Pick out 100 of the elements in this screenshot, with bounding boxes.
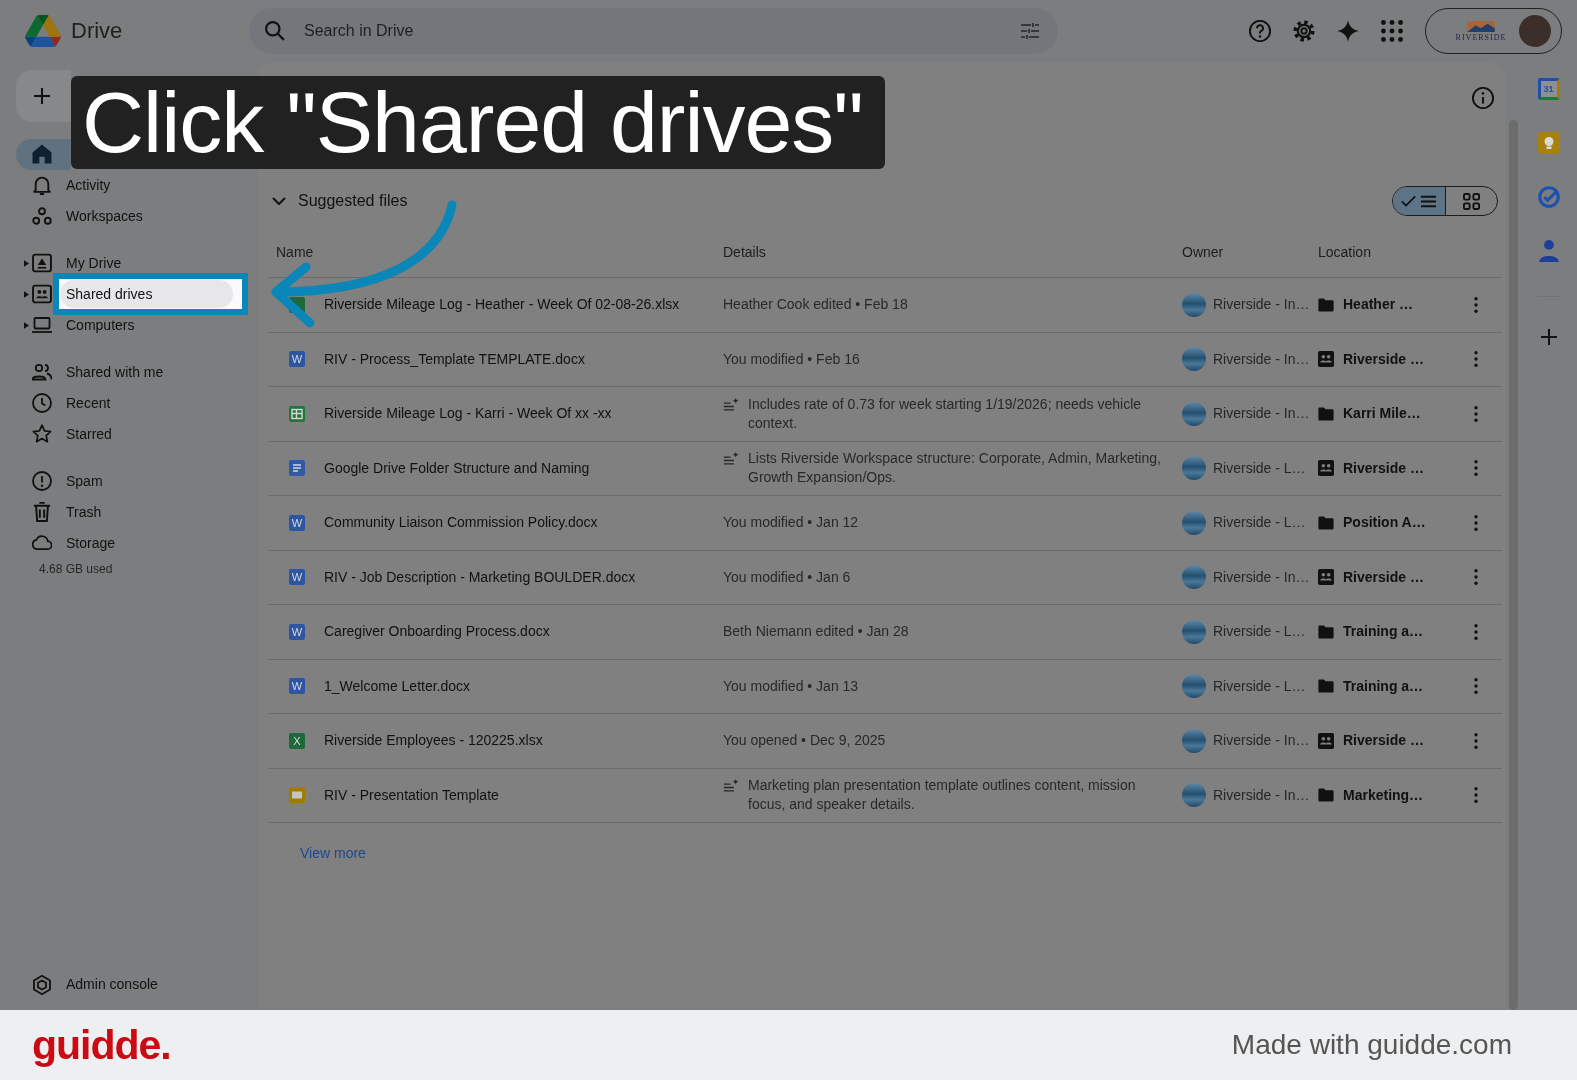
file-name: RIV - Presentation Template [324,786,499,804]
scrollbar-thumb[interactable] [1508,120,1518,1010]
file-details: Marketing plan presentation template outlines content, mission focus, and speaker details. [748,776,1137,815]
file-details: Includes rate of 0.73 for week starting 1/19/2026; needs vehicle context. [748,394,1143,433]
location-name: Training a… [1343,677,1424,695]
clock-icon [32,393,52,413]
column-header: Details [723,243,766,260]
more-icon [1474,460,1478,477]
owner-name: Riverside - L… [1213,514,1306,532]
nav-item[interactable]: Shared with me [16,356,240,388]
settings-icon [1293,20,1315,42]
check-circle-icon[interactable] [1537,186,1560,208]
org-name: RIVERSIDE [1455,32,1507,42]
laptop-icon [32,315,52,335]
more-icon [1474,514,1478,531]
chevron-down-icon[interactable] [272,197,286,205]
owner-name: Riverside - In… [1213,350,1310,368]
new-button[interactable] [16,70,71,122]
nav-item[interactable]: Workspaces [16,200,240,232]
help-icon [1249,20,1271,42]
owner-name: Riverside - In… [1213,732,1310,750]
owner-name: Riverside - L… [1213,459,1306,477]
nav-item[interactable]: Admin console [16,969,240,1000]
presentation-file-icon [289,787,305,804]
nav-item[interactable]: Shared drives [53,273,248,315]
folder-icon [1318,514,1334,531]
storage-used: 4.68 GB used [38,560,114,578]
file-name: Riverside Mileage Log - Karri - Week Of xx -xx [324,405,612,423]
lightbulb-icon[interactable] [1537,132,1560,154]
owner-avatar [1182,728,1206,753]
list-view-button[interactable] [1393,187,1445,215]
file-name: RIV - Job Description - Marketing BOULDER.docx [324,568,636,586]
nav-item[interactable]: Storage [16,527,240,559]
location-name: Marketing… [1343,786,1424,804]
nav-item[interactable]: Spam [16,465,240,497]
file-name: RIV - Process_Template TEMPLATE.docx [324,350,585,368]
document-file-icon: W [289,623,305,640]
location-name: Heather … [1343,296,1414,314]
more-icon [1474,405,1478,422]
file-details: Heather Cook edited • Feb 18 [723,295,908,315]
owner-avatar [1182,292,1206,317]
file-name: Google Drive Folder Structure and Naming [324,459,590,477]
more-icon [1474,623,1478,640]
document-file-icon [289,460,305,477]
file-details: You modified • Jan 13 [723,676,859,696]
profile-avatar [1519,15,1551,47]
nav-item[interactable] [16,138,71,170]
search-field[interactable]: Search in Drive [249,8,1058,54]
person-icon[interactable] [1537,240,1560,262]
expand-arrow-icon[interactable] [23,259,29,267]
file-name: Riverside Employees - 120225.xlsx [324,732,543,750]
more-icon [1474,351,1478,368]
expand-arrow-icon[interactable] [23,321,29,329]
search-icon [265,21,285,41]
owner-name: Riverside - In… [1213,786,1310,804]
nav-item[interactable]: Trash [16,496,240,528]
location-name: Position A… [1343,514,1426,532]
location-name: Riverside … [1343,732,1424,750]
sliders-icon[interactable] [1020,22,1040,40]
expand-arrow-icon[interactable] [23,290,29,298]
column-header: Location [1318,243,1371,260]
owner-avatar [1182,674,1206,699]
location-name: Riverside … [1343,459,1424,477]
plus-icon[interactable] [1540,329,1557,345]
callout: Click "Shared drives" [71,76,885,169]
file-name: 1_Welcome Letter.docx [324,677,471,695]
file-details: You opened • Dec 9, 2025 [723,731,886,751]
owner-avatar [1182,619,1206,644]
owner-name: Riverside - In… [1213,296,1310,314]
circles-icon [32,206,52,226]
file-details: Lists Riverside Workspace structure: Corporate, Admin, Marketing, Growth Expansion/Ops. [748,449,1162,488]
shared-drive-icon [1318,351,1334,368]
owner-name: Riverside - In… [1213,405,1310,423]
people-icon [32,362,52,382]
calendar-icon[interactable]: 31 [1537,78,1560,100]
file-details: You modified • Jan 12 [723,513,859,533]
credit-text: Made with guidde.com [1231,1029,1512,1061]
info-icon[interactable] [1472,87,1494,109]
spreadsheet-file-icon: X [289,732,305,749]
section-title: Suggested files [298,191,408,211]
owner-name: Riverside - L… [1213,677,1306,695]
nav-item[interactable]: Activity [16,169,240,201]
file-name: Community Liaison Commission Policy.docx [324,514,598,532]
owner-avatar [1182,565,1206,590]
nav-item[interactable]: Recent [16,387,240,419]
triangle-logo-icon [25,15,61,47]
cloud-icon [32,533,52,553]
more-icon [1474,678,1478,695]
grid-icon [1463,192,1480,210]
nav-item[interactable]: Starred [16,418,240,450]
shared-drive-icon [32,284,52,304]
search-input[interactable]: Search in Drive [304,19,1008,43]
location-name: Riverside … [1343,568,1424,586]
file-name: Caregiver Onboarding Process.docx [324,623,550,641]
file-details: Beth Niemann edited • Jan 28 [723,622,909,642]
file-details: You modified • Jan 6 [723,567,851,587]
location-name: Riverside … [1343,350,1424,368]
owner-avatar [1182,401,1206,426]
owner-avatar [1182,456,1206,481]
owner-avatar [1182,347,1206,372]
